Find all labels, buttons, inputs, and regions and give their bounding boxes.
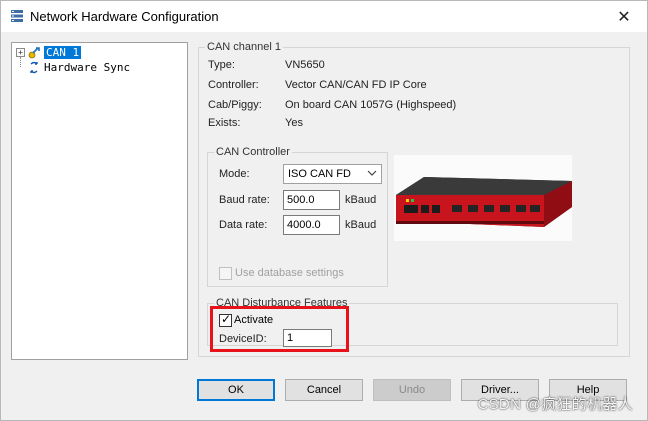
mode-select-value: ISO CAN FD bbox=[288, 168, 351, 180]
network-device-icon bbox=[28, 47, 40, 59]
tree-item-label[interactable]: CAN 1 bbox=[44, 46, 82, 59]
vn5650-device-image bbox=[394, 155, 572, 241]
baud-rate-label: Baud rate: bbox=[219, 194, 270, 206]
tree-item-can-1[interactable]: + CAN 1 bbox=[16, 45, 82, 60]
window-title: Network Hardware Configuration bbox=[30, 9, 219, 24]
title-bar: Network Hardware Configuration ✕ bbox=[1, 1, 647, 32]
controller-label: Controller: bbox=[208, 79, 259, 91]
close-icon: ✕ bbox=[617, 8, 631, 26]
mode-select[interactable]: ISO CAN FD bbox=[283, 164, 382, 184]
use-database-label: Use database settings bbox=[235, 267, 344, 279]
baud-rate-input[interactable]: 500.0 bbox=[283, 190, 340, 210]
controller-value: Vector CAN/CAN FD IP Core bbox=[285, 79, 427, 91]
data-rate-unit: kBaud bbox=[345, 219, 377, 231]
type-value: VN5650 bbox=[285, 59, 325, 71]
mode-label: Mode: bbox=[219, 168, 250, 180]
cancel-button[interactable]: Cancel bbox=[285, 379, 363, 401]
group-title: CAN channel 1 bbox=[205, 41, 283, 53]
cab-piggy-label: Cab/Piggy: bbox=[208, 99, 262, 111]
data-rate-input[interactable]: 4000.0 bbox=[283, 215, 340, 235]
use-database-checkbox[interactable] bbox=[219, 267, 232, 280]
undo-button[interactable]: Undo bbox=[373, 379, 451, 401]
type-label: Type: bbox=[208, 59, 235, 71]
exists-value: Yes bbox=[285, 117, 303, 129]
csdn-watermark: CSDN @疯狂的机器人 bbox=[477, 396, 633, 413]
group-title: CAN Controller bbox=[214, 146, 292, 158]
tree-item-label[interactable]: Hardware Sync bbox=[42, 61, 132, 74]
exists-label: Exists: bbox=[208, 117, 241, 129]
annotation-highlight-box bbox=[210, 306, 349, 352]
cab-piggy-value: On board CAN 1057G (Highspeed) bbox=[285, 99, 457, 111]
expand-icon[interactable]: + bbox=[16, 48, 25, 57]
sync-icon bbox=[30, 61, 38, 74]
ok-button[interactable]: OK bbox=[197, 379, 275, 401]
data-rate-label: Data rate: bbox=[219, 219, 268, 231]
close-button[interactable]: ✕ bbox=[601, 1, 647, 32]
hardware-tree[interactable]: + CAN 1 Hardware Sync bbox=[11, 42, 188, 360]
dialog-window: Network Hardware Configuration ✕ + CAN 1… bbox=[0, 0, 648, 421]
baud-rate-unit: kBaud bbox=[345, 194, 377, 206]
tree-item-hardware-sync[interactable]: Hardware Sync bbox=[28, 60, 132, 75]
chevron-down-icon bbox=[367, 170, 377, 176]
network-hardware-icon bbox=[11, 10, 23, 22]
